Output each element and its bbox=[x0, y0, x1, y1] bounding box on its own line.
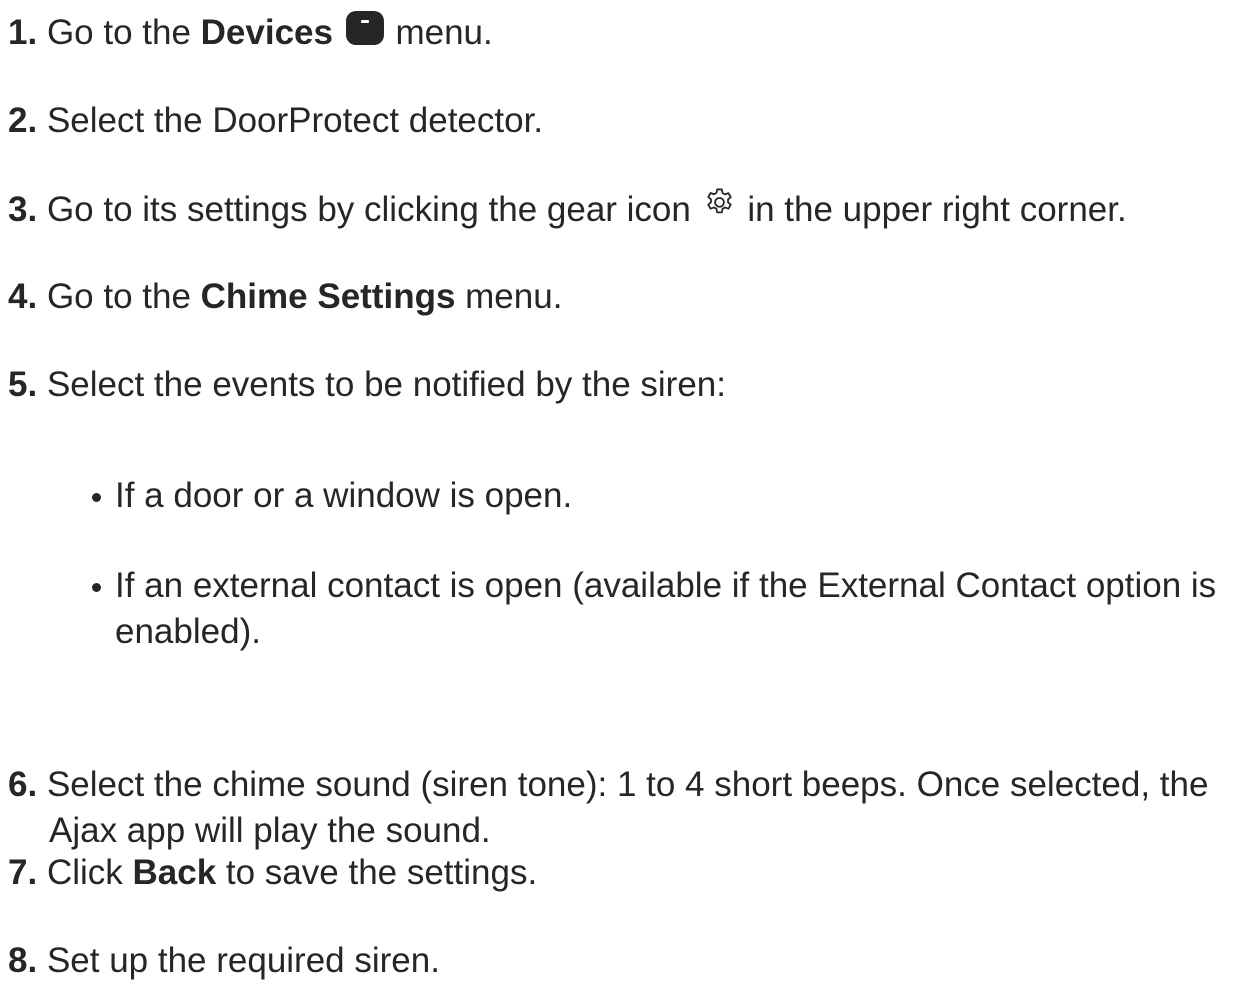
step-number: 2. bbox=[8, 101, 38, 140]
step-text: menu. bbox=[385, 13, 493, 52]
bullet-item: If an external contact is open (availabl… bbox=[92, 563, 1250, 654]
step-number: 6. bbox=[8, 765, 38, 804]
bullet-dot bbox=[92, 583, 101, 592]
step-text: Ajax app will play the sound. bbox=[49, 810, 491, 850]
devices-icon bbox=[345, 11, 384, 45]
step-number: 1. bbox=[8, 13, 38, 52]
step-text: Go to the bbox=[46, 277, 201, 316]
step-text: Click bbox=[46, 853, 133, 892]
step-5: 5. Select the events to be notified by t… bbox=[8, 362, 1243, 408]
step-number: 3. bbox=[8, 190, 38, 229]
step-8: 8. Set up the required siren. bbox=[8, 938, 1243, 984]
bullet-text: If an external contact is open (availabl… bbox=[115, 566, 1217, 605]
gear-icon bbox=[706, 188, 732, 214]
step-text: menu. bbox=[455, 277, 563, 316]
step-text: to save the settings. bbox=[216, 853, 538, 892]
step-text: in the upper right corner. bbox=[737, 190, 1127, 229]
bullet-text: If a door or a window is open. bbox=[115, 476, 573, 515]
bullet-dot bbox=[92, 493, 101, 502]
step-1: 1. Go to the Devices menu. bbox=[8, 10, 1243, 56]
step-number: 7. bbox=[8, 853, 38, 892]
step-number: 8. bbox=[8, 941, 38, 980]
step-text: Select the DoorProtect detector. bbox=[46, 101, 544, 140]
step-7: 7. Click Back to save the settings. bbox=[8, 850, 1243, 896]
step-2: 2. Select the DoorProtect detector. bbox=[8, 98, 1243, 144]
step-4: 4. Go to the Chime Settings menu. bbox=[8, 274, 1243, 320]
step-text: Select the events to be notified by the … bbox=[46, 365, 726, 404]
step-3: 3. Go to its settings by clicking the ge… bbox=[8, 186, 1243, 233]
step-number: 5. bbox=[8, 365, 38, 404]
bullet-item: If a door or a window is open. bbox=[92, 473, 1250, 519]
step-text: Go to its settings by clicking the gear … bbox=[46, 190, 701, 229]
step-text: Select the chime sound (siren tone): 1 t… bbox=[46, 765, 1209, 804]
back-label: Back bbox=[132, 853, 217, 892]
step-text: Go to the bbox=[46, 13, 201, 52]
step-text: Set up the required siren. bbox=[46, 941, 440, 980]
step-6: 6. Select the chime sound (siren tone): … bbox=[8, 762, 1243, 853]
step-number: 4. bbox=[8, 277, 38, 316]
devices-menu-label: Devices bbox=[200, 13, 333, 52]
chime-settings-label: Chime Settings bbox=[200, 277, 456, 316]
bullet-text: enabled). bbox=[115, 611, 261, 651]
